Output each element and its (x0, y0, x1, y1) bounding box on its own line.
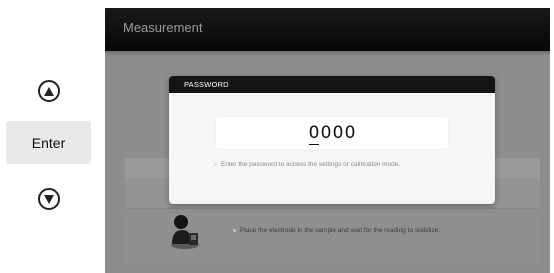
enter-button-label: Enter (31, 134, 66, 151)
control-panel: Enter (0, 0, 105, 273)
password-digit[interactable]: 0 (320, 123, 332, 143)
dialog-hint: Enter the password to access the setting… (214, 161, 400, 168)
bullet-dot (233, 228, 236, 232)
background-instruction: Place the electrode in the sample and wa… (233, 227, 440, 234)
enter-button[interactable]: Enter (6, 121, 91, 164)
password-dialog: PASSWORD 0 0 0 0 Enter the password to a… (169, 76, 495, 204)
background-instruction-text: Place the electrode in the sample and wa… (240, 227, 441, 234)
password-input[interactable]: 0 0 0 0 (216, 117, 448, 149)
dialog-title: PASSWORD (184, 80, 229, 89)
electrode-user-icon (171, 215, 199, 249)
dialog-header: PASSWORD (169, 76, 495, 93)
bullet-dot (214, 162, 217, 166)
triangle-down-icon (44, 194, 54, 204)
password-digit[interactable]: 0 (308, 123, 320, 145)
up-button[interactable] (38, 80, 60, 102)
screen-title: Measurement (123, 20, 203, 35)
header-shadow (105, 51, 550, 56)
screen-header: Measurement (105, 8, 550, 51)
password-digit[interactable]: 0 (344, 123, 356, 143)
down-button[interactable] (38, 188, 60, 210)
triangle-up-icon (44, 86, 54, 96)
password-digit[interactable]: 0 (332, 123, 344, 143)
device-screen: Measurement Place the electrode in the s… (105, 8, 550, 273)
dialog-hint-text: Enter the password to access the setting… (221, 161, 401, 168)
